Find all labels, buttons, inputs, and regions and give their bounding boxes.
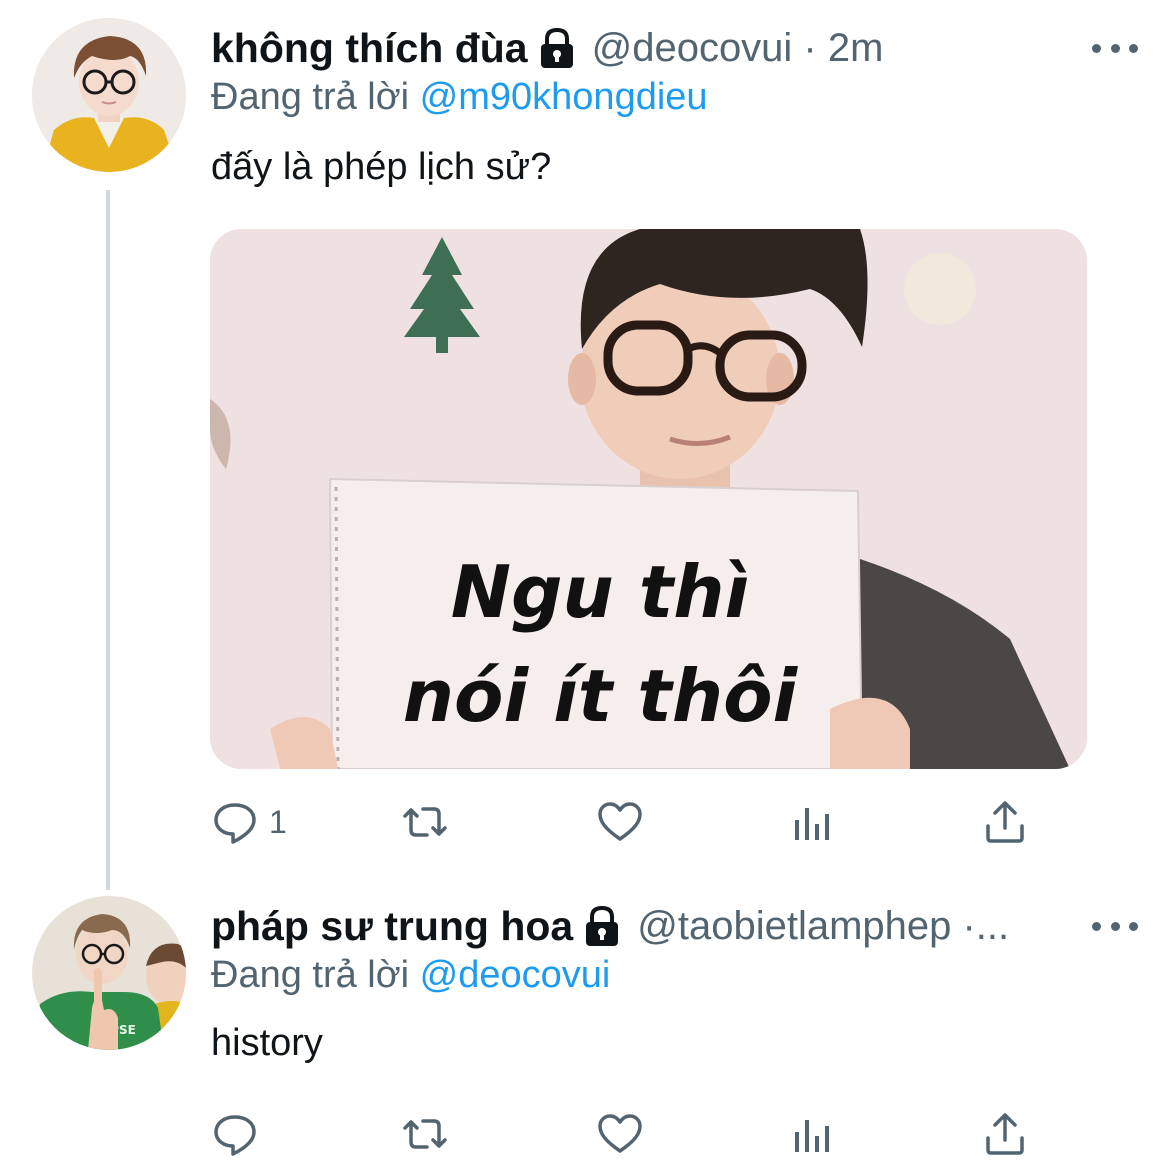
like-button[interactable]: [596, 792, 644, 852]
tweet-header: không thích đùa @deocovui · 2m: [211, 18, 883, 78]
share-icon: [986, 801, 1024, 843]
tweet-header: pháp sư trung hoa @taobietlamphep ·...: [211, 896, 1009, 956]
display-name[interactable]: pháp sư trung hoa: [211, 903, 573, 950]
like-icon: [598, 1114, 642, 1153]
reply-icon: [214, 1115, 256, 1156]
share-button[interactable]: [981, 792, 1029, 852]
handle-and-timestamp[interactable]: @deocovui · 2m: [592, 26, 884, 71]
tweet-media-image[interactable]: Ngu thì nói ít thôi: [210, 229, 1087, 769]
display-name[interactable]: không thích đùa: [211, 25, 528, 72]
share-button[interactable]: [981, 1104, 1029, 1164]
like-icon: [598, 802, 642, 841]
avatar[interactable]: [32, 18, 186, 172]
tweet[interactable]: EPSE pháp sư trung hoa @taobietlamphep ·…: [0, 880, 1170, 1174]
analytics-icon: [795, 1120, 829, 1152]
like-button[interactable]: [596, 1104, 644, 1164]
reply-button[interactable]: 1: [211, 792, 287, 852]
retweet-button[interactable]: [401, 1104, 449, 1164]
avatar[interactable]: EPSE: [32, 896, 186, 1050]
lock-icon: [536, 26, 578, 70]
more-icon[interactable]: [1092, 38, 1138, 58]
replying-to-prefix: Đang trả lời: [211, 76, 410, 118]
analytics-icon: [795, 808, 829, 840]
tweet-action-bar: [211, 1104, 1041, 1164]
reply-button[interactable]: [211, 1104, 269, 1164]
share-icon: [986, 1113, 1024, 1155]
retweet-icon: [403, 1119, 447, 1149]
meme-sign-text-line-2: nói ít thôi: [403, 654, 799, 738]
lock-icon: [581, 904, 623, 948]
retweet-icon: [403, 807, 447, 837]
more-icon[interactable]: [1092, 916, 1138, 936]
analytics-button[interactable]: [789, 792, 837, 852]
replying-to-line: Đang trả lời @m90khongdieu: [211, 76, 708, 119]
handle-and-timestamp[interactable]: @taobietlamphep ·...: [637, 904, 1009, 949]
tweet-text: history: [211, 1022, 323, 1064]
replying-to-mention-link[interactable]: @deocovui: [420, 954, 611, 996]
reply-icon: [214, 803, 256, 844]
replying-to-line: Đang trả lời @deocovui: [211, 954, 610, 997]
tweet[interactable]: không thích đùa @deocovui · 2m Đang trả …: [0, 0, 1170, 880]
analytics-button[interactable]: [789, 1104, 837, 1164]
tweet-text: đấy là phép lịch sử?: [211, 146, 552, 188]
meme-sign-text-line-1: Ngu thì: [451, 550, 749, 634]
reply-count: 1: [269, 803, 287, 840]
replying-to-mention-link[interactable]: @m90khongdieu: [420, 76, 708, 118]
retweet-button[interactable]: [401, 792, 449, 852]
tweet-action-bar: 1: [211, 792, 1041, 852]
replying-to-prefix: Đang trả lời: [211, 954, 410, 996]
